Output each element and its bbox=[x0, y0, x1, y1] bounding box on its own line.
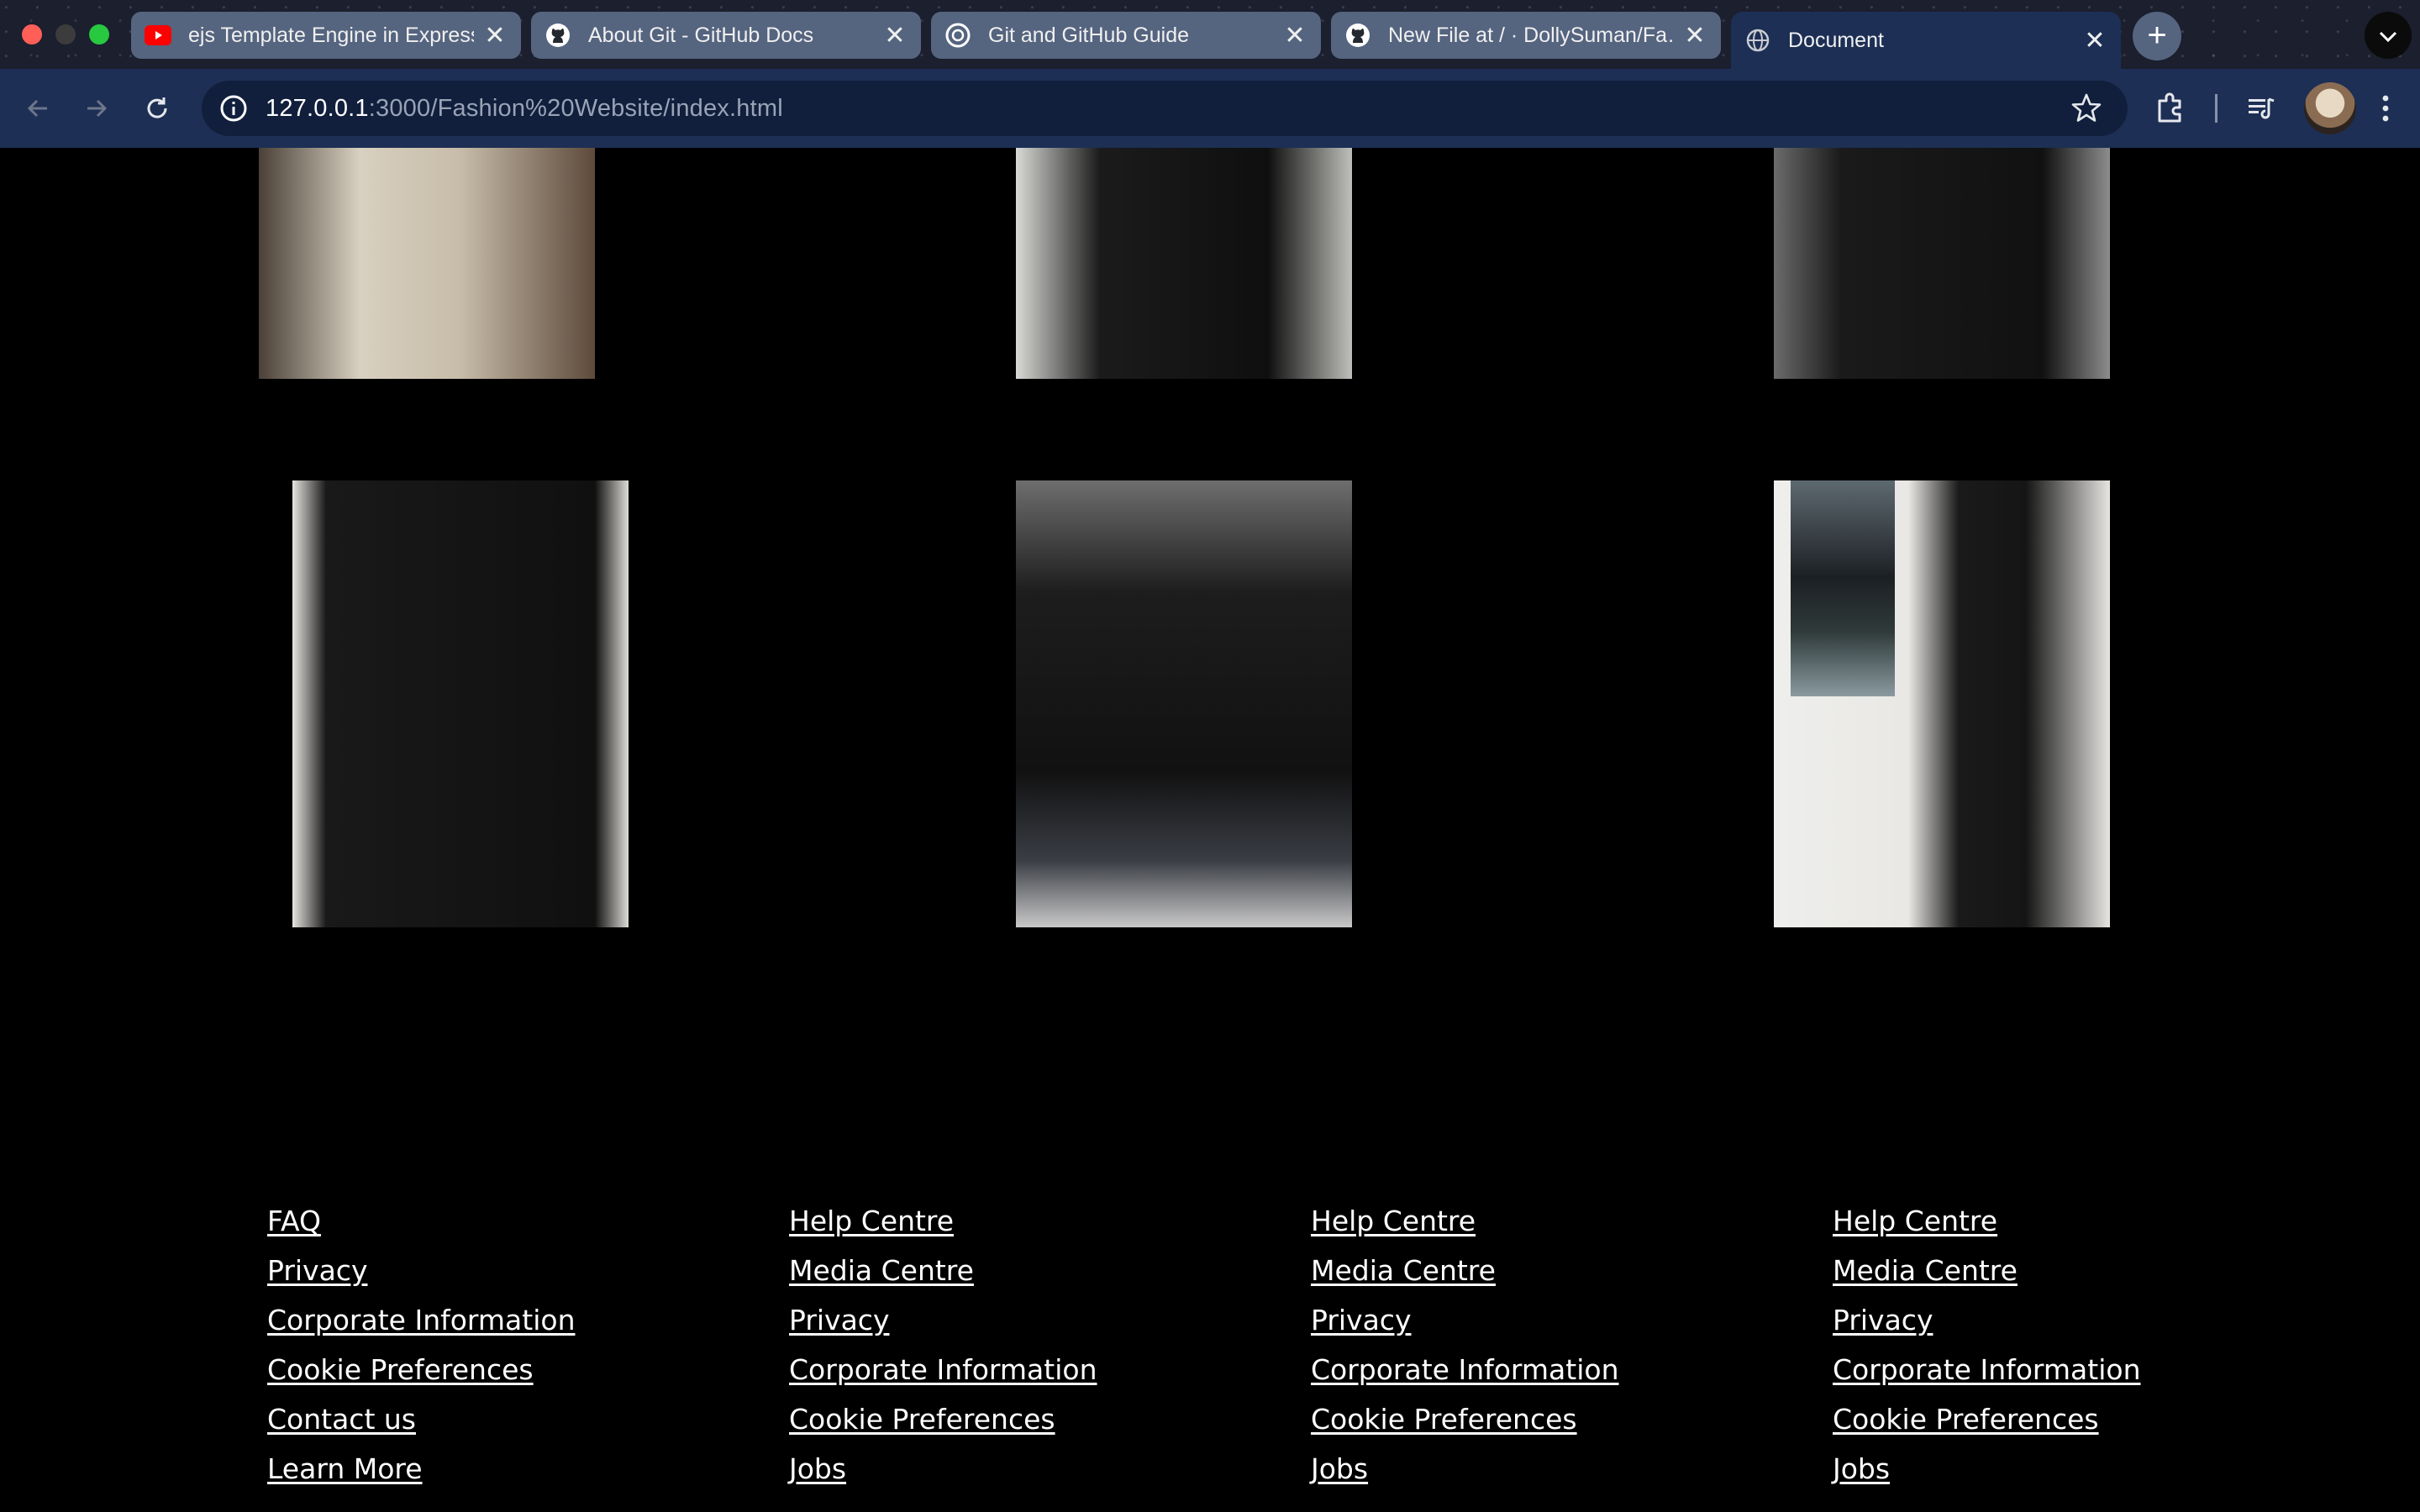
tab-ejs-template[interactable]: ejs Template Engine in Express ✕ bbox=[131, 12, 521, 59]
gallery-image bbox=[1016, 480, 1352, 927]
tab-title: ejs Template Engine in Express bbox=[188, 23, 474, 47]
tab-strip: ejs Template Engine in Express ✕ About G… bbox=[0, 0, 2420, 69]
footer-link-media-centre[interactable]: Media Centre bbox=[1311, 1246, 1618, 1295]
close-tab-icon[interactable]: ✕ bbox=[1682, 21, 1707, 50]
image-inset bbox=[1791, 480, 1895, 696]
footer-link-corporate-information[interactable]: Corporate Information bbox=[1833, 1345, 2140, 1394]
arrow-left-icon bbox=[27, 99, 47, 118]
tab-title: About Git - GitHub Docs bbox=[588, 23, 814, 47]
close-window-button[interactable] bbox=[22, 24, 42, 45]
footer-link-cookie-preferences[interactable]: Cookie Preferences bbox=[1833, 1394, 2140, 1444]
gallery-image bbox=[292, 480, 629, 927]
arrow-right-icon bbox=[87, 99, 108, 118]
minimize-window-button[interactable] bbox=[55, 24, 76, 45]
footer-link-help-centre[interactable]: Help Centre bbox=[1833, 1196, 2140, 1246]
footer-column: Help Centre Media Centre Privacy Corpora… bbox=[1833, 1196, 2140, 1494]
forward-button[interactable] bbox=[76, 87, 118, 129]
url-host: 127.0.0.1 bbox=[266, 94, 369, 122]
footer-link-corporate-information[interactable]: Corporate Information bbox=[789, 1345, 1097, 1394]
footer-column: Help Centre Media Centre Privacy Corpora… bbox=[1311, 1196, 1618, 1494]
youtube-icon bbox=[145, 22, 171, 49]
footer-column: FAQ Privacy Corporate Information Cookie… bbox=[267, 1196, 575, 1494]
close-tab-icon[interactable]: ✕ bbox=[2082, 26, 2107, 55]
page-viewport: FAQ Privacy Corporate Information Cookie… bbox=[0, 148, 2420, 1512]
address-bar[interactable]: 127.0.0.1:3000/Fashion%20Website/index.h… bbox=[202, 81, 2128, 136]
footer-link-learn-more[interactable]: Learn More bbox=[267, 1444, 575, 1494]
tab-title: Document bbox=[1788, 28, 1884, 52]
profile-avatar[interactable] bbox=[2304, 82, 2356, 134]
footer-link-jobs[interactable]: Jobs bbox=[789, 1444, 1097, 1494]
new-tab-button[interactable]: + bbox=[2133, 12, 2181, 60]
chatgpt-icon bbox=[944, 22, 971, 49]
tab-git-github-guide[interactable]: Git and GitHub Guide ✕ bbox=[931, 12, 1321, 59]
gallery-image bbox=[1774, 148, 2110, 379]
bookmark-star-icon[interactable] bbox=[2069, 91, 2104, 126]
footer-link-cookie-preferences[interactable]: Cookie Preferences bbox=[789, 1394, 1097, 1444]
more-menu-icon[interactable] bbox=[2366, 89, 2405, 128]
close-tab-icon[interactable]: ✕ bbox=[882, 21, 908, 50]
reload-button[interactable] bbox=[136, 87, 178, 129]
tab-search-button[interactable] bbox=[2365, 12, 2412, 59]
footer-link-privacy[interactable]: Privacy bbox=[1311, 1295, 1618, 1345]
footer-link-media-centre[interactable]: Media Centre bbox=[789, 1246, 1097, 1295]
gallery-image bbox=[1016, 148, 1352, 379]
extensions-icon[interactable] bbox=[2151, 89, 2190, 128]
footer-column: Help Centre Media Centre Privacy Corpora… bbox=[789, 1196, 1097, 1494]
tab-new-file[interactable]: New File at / · DollySuman/Fa… ✕ bbox=[1331, 12, 1721, 59]
tab-title: New File at / · DollySuman/Fa… bbox=[1388, 23, 1674, 47]
tab-title: Git and GitHub Guide bbox=[988, 23, 1190, 47]
chevron-down-icon bbox=[2379, 31, 2397, 43]
tab-about-git[interactable]: About Git - GitHub Docs ✕ bbox=[531, 12, 921, 59]
footer-link-privacy[interactable]: Privacy bbox=[1833, 1295, 2140, 1345]
github-icon bbox=[1344, 22, 1371, 49]
github-icon bbox=[544, 22, 571, 49]
maximize-window-button[interactable] bbox=[89, 24, 109, 45]
footer-link-cookie-preferences[interactable]: Cookie Preferences bbox=[1311, 1394, 1618, 1444]
footer-link-media-centre[interactable]: Media Centre bbox=[1833, 1246, 2140, 1295]
site-info-icon[interactable] bbox=[217, 92, 250, 125]
gallery-image bbox=[1774, 480, 2110, 927]
url-path: :3000/Fashion%20Website/index.html bbox=[368, 94, 783, 122]
footer-link-corporate-information[interactable]: Corporate Information bbox=[1311, 1345, 1618, 1394]
gallery-image bbox=[259, 148, 595, 379]
footer-link-faq[interactable]: FAQ bbox=[267, 1196, 575, 1246]
url-text: 127.0.0.1:3000/Fashion%20Website/index.h… bbox=[266, 95, 783, 123]
footer-link-corporate-information[interactable]: Corporate Information bbox=[267, 1295, 575, 1345]
footer-link-help-centre[interactable]: Help Centre bbox=[789, 1196, 1097, 1246]
media-controls-icon[interactable] bbox=[2242, 89, 2281, 128]
globe-icon bbox=[1744, 27, 1771, 54]
footer-link-privacy[interactable]: Privacy bbox=[267, 1246, 575, 1295]
browser-toolbar: 127.0.0.1:3000/Fashion%20Website/index.h… bbox=[0, 69, 2420, 148]
footer-link-contact-us[interactable]: Contact us bbox=[267, 1394, 575, 1444]
close-tab-icon[interactable]: ✕ bbox=[482, 21, 508, 50]
back-button[interactable] bbox=[17, 87, 59, 129]
reload-icon bbox=[147, 97, 167, 118]
footer-link-jobs[interactable]: Jobs bbox=[1311, 1444, 1618, 1494]
footer-link-jobs[interactable]: Jobs bbox=[1833, 1444, 2140, 1494]
footer-link-privacy[interactable]: Privacy bbox=[789, 1295, 1097, 1345]
footer-link-cookie-preferences[interactable]: Cookie Preferences bbox=[267, 1345, 575, 1394]
tab-document[interactable]: Document ✕ bbox=[1731, 12, 2121, 69]
footer-link-help-centre[interactable]: Help Centre bbox=[1311, 1196, 1618, 1246]
toolbar-separator bbox=[2215, 94, 2217, 123]
close-tab-icon[interactable]: ✕ bbox=[1282, 21, 1307, 50]
